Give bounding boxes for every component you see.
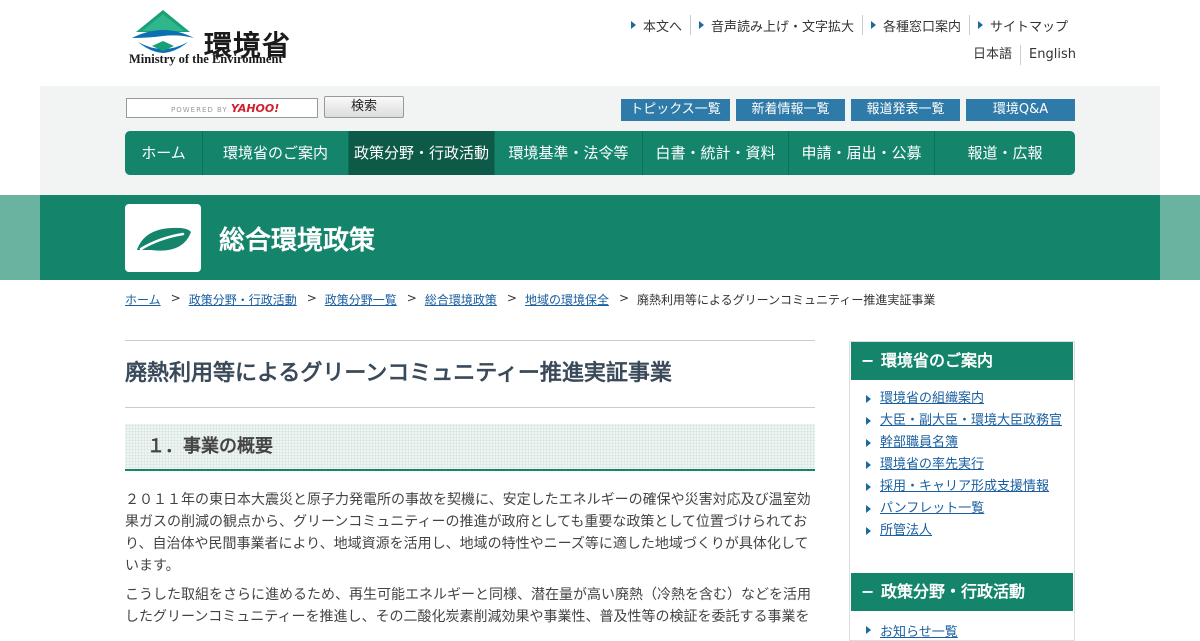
util-link-skip-to-content[interactable]: 本文へ: [623, 15, 690, 35]
nav-item-home[interactable]: ホーム: [125, 131, 203, 175]
util-link-sitemap[interactable]: サイトマップ: [968, 15, 1076, 35]
arrow-right-icon: [870, 21, 876, 29]
arrow-right-icon: [866, 417, 871, 425]
side-menu-item-organization[interactable]: 環境省の組織案内: [864, 390, 1064, 408]
arrow-right-icon: [866, 527, 871, 535]
search-button[interactable]: 検索: [324, 96, 404, 118]
breadcrumb-link-home[interactable]: ホーム: [125, 291, 161, 308]
side-menu-item-ministers[interactable]: 大臣・副大臣・環境大臣政務官: [864, 412, 1064, 430]
quick-link-qa[interactable]: 環境Q&A: [966, 99, 1075, 121]
quick-link-whats-new[interactable]: 新着情報一覧: [736, 99, 845, 121]
breadcrumb-current: 廃熱利用等によるグリーンコミュニティー推進実証事業: [637, 293, 936, 307]
breadcrumb-link-policy-list[interactable]: 政策分野一覧: [325, 291, 397, 308]
side-menu-item-notices[interactable]: お知らせ一覧: [864, 621, 958, 640]
breadcrumb-separator: >: [170, 291, 181, 305]
breadcrumb-separator: >: [618, 291, 630, 305]
nav-item-applications[interactable]: 申請・届出・公募: [789, 131, 935, 175]
quick-link-press-releases[interactable]: 報道発表一覧: [851, 99, 960, 121]
breadcrumb-separator: >: [506, 291, 517, 305]
arrow-right-icon: [866, 439, 871, 447]
side-menu-item-executives[interactable]: 幹部職員名簿: [864, 434, 1064, 452]
quick-links: トピックス一覧 新着情報一覧 報道発表一覧 環境Q&A: [621, 99, 1075, 121]
arrow-right-icon: [630, 21, 636, 29]
search-provider-badge: POWERED BY YAHOO!: [171, 102, 280, 115]
breadcrumb: ホーム > 政策分野・行政活動 > 政策分野一覧 > 総合環境政策 > 地域の環…: [125, 291, 935, 308]
category-title: 総合環境政策: [219, 226, 376, 256]
arrow-right-icon: [866, 626, 871, 634]
category-banner: [40, 195, 1160, 280]
nav-item-policy[interactable]: 政策分野・行政活動: [349, 131, 495, 175]
collapse-icon: −: [861, 351, 875, 370]
nav-item-about[interactable]: 環境省のご案内: [203, 131, 349, 175]
breadcrumb-link-general-policy[interactable]: 総合環境政策: [425, 291, 497, 308]
arrow-right-icon: [977, 21, 983, 29]
side-menu-item-corporations[interactable]: 所管法人: [864, 522, 1064, 540]
category-icon-box: [125, 204, 201, 272]
logo-english: Ministry of the Environment: [129, 52, 283, 66]
arrow-right-icon: [698, 21, 704, 29]
global-nav: ホーム 環境省のご案内 政策分野・行政活動 環境基準・法令等 白書・統計・資料 …: [125, 131, 1075, 175]
arrow-right-icon: [866, 461, 871, 469]
lang-japanese[interactable]: 日本語: [965, 45, 1020, 65]
nav-item-press[interactable]: 報道・広報: [935, 131, 1075, 175]
site-header: 環境省 Ministry of the Environment 本文へ 音声読み…: [0, 0, 1200, 86]
body-paragraph: ２０１１年の東日本大震災と原子力発電所の事故を契機に、安定したエネルギーの確保や…: [125, 492, 811, 574]
nav-item-whitepaper[interactable]: 白書・統計・資料: [643, 131, 789, 175]
arrow-right-icon: [866, 505, 871, 513]
page-title: 廃熱利用等によるグリーンコミュニティー推進実証事業: [125, 340, 815, 408]
nav-item-standards[interactable]: 環境基準・法令等: [495, 131, 643, 175]
arrow-right-icon: [866, 483, 871, 491]
side-menu-heading-policy[interactable]: − 政策分野・行政活動: [851, 573, 1073, 611]
breadcrumb-link-regional[interactable]: 地域の環境保全: [525, 291, 609, 308]
utility-links: 本文へ 音声読み上げ・文字拡大 各種窓口案内 サイトマップ: [623, 15, 1076, 35]
leaf-icon: [137, 227, 191, 251]
arrow-right-icon: [866, 395, 871, 403]
util-link-accessibility[interactable]: 音声読み上げ・文字拡大: [689, 15, 862, 35]
breadcrumb-separator: >: [406, 291, 417, 305]
side-menu-item-initiative[interactable]: 環境省の率先実行: [864, 456, 1064, 474]
lang-english[interactable]: English: [1020, 45, 1076, 65]
side-menu-heading-about[interactable]: − 環境省のご案内: [851, 342, 1073, 380]
language-switcher: 日本語 English: [965, 45, 1076, 65]
quick-link-topics[interactable]: トピックス一覧: [621, 99, 730, 121]
search-input[interactable]: POWERED BY YAHOO!: [126, 98, 318, 118]
side-menu-item-recruitment[interactable]: 採用・キャリア形成支援情報: [864, 478, 1064, 496]
util-link-contact[interactable]: 各種窓口案内: [861, 15, 969, 35]
side-menu-item-pamphlets[interactable]: パンフレット一覧: [864, 500, 1064, 518]
side-menu-list-about: 環境省の組織案内 大臣・副大臣・環境大臣政務官 幹部職員名簿 環境省の率先実行 …: [864, 390, 1064, 544]
section-heading: １．事業の概要: [125, 424, 815, 471]
body-paragraph: こうした取組をさらに進めるため、再生可能エネルギーと同様、潜在量が高い廃熱（冷熱…: [125, 587, 811, 625]
collapse-icon: −: [861, 582, 875, 601]
site-logo[interactable]: 環境省 Ministry of the Environment: [126, 6, 301, 70]
breadcrumb-separator: >: [306, 291, 317, 305]
breadcrumb-link-policy[interactable]: 政策分野・行政活動: [189, 291, 297, 308]
